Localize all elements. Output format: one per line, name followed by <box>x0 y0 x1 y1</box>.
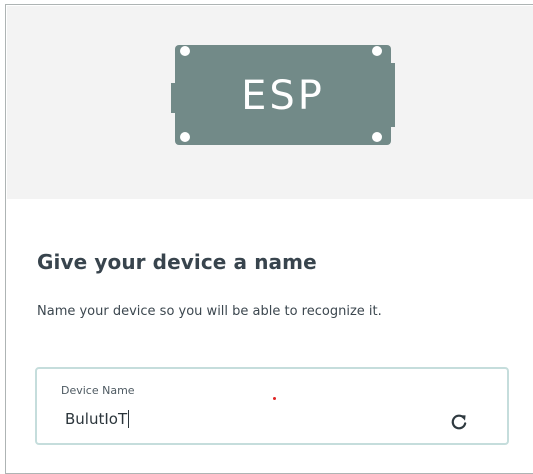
device-name-value: BulutIoT <box>65 410 128 428</box>
page-subtitle: Name your device so you will be able to … <box>37 304 382 319</box>
naming-content: Give your device a name Name your device… <box>37 248 533 321</box>
device-name-input[interactable]: BulutIoT <box>65 409 425 429</box>
hero-illustration-area: ESP <box>7 6 533 199</box>
refresh-icon[interactable] <box>450 413 468 431</box>
page-title: Give your device a name <box>37 250 317 274</box>
device-name-field[interactable]: Device Name BulutIoT <box>35 367 509 445</box>
cursor-marker <box>273 397 276 400</box>
text-caret <box>128 410 130 428</box>
device-name-label: Device Name <box>61 384 135 397</box>
esp-board-illustration: ESP <box>171 41 395 149</box>
esp-chip-label: ESP <box>241 73 325 119</box>
